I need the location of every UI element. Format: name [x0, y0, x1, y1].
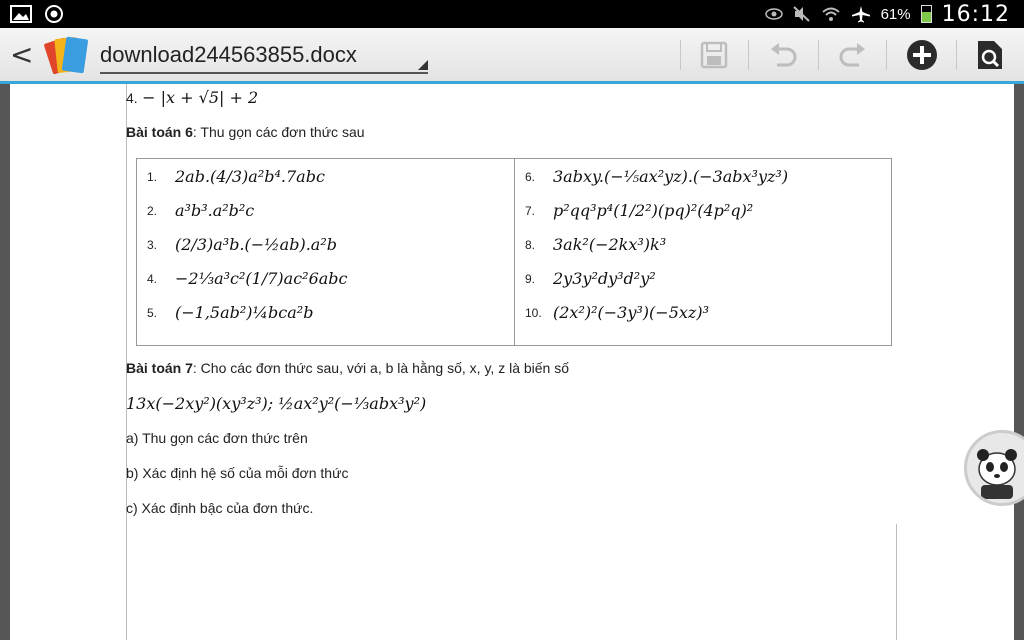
find-button[interactable] [970, 36, 1010, 74]
problem-expression: 3ak²(−2kx³)k³ [553, 235, 667, 254]
problem-6-text: : Thu gọn các đơn thức sau [192, 124, 365, 140]
page-margin-line [896, 524, 897, 640]
problem-item: 10. (2x²)²(−3y³)(−5xz)³ [525, 303, 709, 322]
problem-number: 10. [525, 305, 542, 320]
toolbar-separator [818, 40, 819, 70]
problem-expression: 2ab.(4/3)a²b⁴.7abc [175, 167, 325, 186]
dropdown-caret-icon [418, 60, 428, 70]
status-bar: 61% 16:12 [0, 0, 1024, 28]
battery-icon [920, 5, 932, 23]
problem-number: 6. [525, 169, 536, 184]
redo-icon [839, 43, 865, 67]
problem-expression: 2y3y²dy³d²y² [553, 269, 656, 288]
undo-icon [771, 43, 797, 67]
undo-button[interactable] [764, 36, 804, 74]
wifi-icon [821, 7, 840, 21]
save-button[interactable] [694, 36, 734, 74]
problem-number: 4. [147, 271, 158, 286]
airplane-icon [851, 6, 870, 23]
file-name-dropdown[interactable]: download244563855.docx [100, 38, 428, 74]
problem-item: 3. (2/3)a³b.(−½ab).a²b [147, 235, 337, 254]
question-b: b) Xác định hệ số của mỗi đơn thức [126, 465, 348, 483]
problem-number: 2. [147, 203, 158, 218]
question-c-text: c) Xác định bậc của đơn thức. [126, 500, 314, 516]
back-button[interactable]: < [10, 38, 33, 71]
question-b-text: b) Xác định hệ số của mỗi đơn thức [126, 465, 349, 481]
problem-number: 3. [147, 237, 158, 252]
problem-7-heading: Bài toán 7 [126, 360, 193, 376]
action-bar: < download244563855.docx [0, 28, 1024, 84]
chrome-icon [45, 5, 63, 23]
gallery-icon [10, 5, 32, 23]
mute-icon [792, 6, 810, 22]
problem-expression: p²qq³p⁴(1/2²)(pq)²(4p²q)² [553, 201, 754, 220]
add-icon [907, 40, 937, 70]
problem-expression: −2⅓a³c²(1/7)ac²6abc [175, 269, 348, 288]
line-4: 4. − |x + √5| + 2 [126, 88, 258, 108]
problem-number: 5. [147, 305, 158, 320]
problem-item: 5. (−1,5ab²)¼bca²b [147, 303, 313, 322]
problem-item: 1. 2ab.(4/3)a²b⁴.7abc [147, 167, 325, 186]
toolbar-separator [748, 40, 749, 70]
problem-number: 1. [147, 169, 158, 184]
problem-item: 6. 3abxy.(−⅕ax²yz).(−3abx³yz³) [525, 167, 788, 186]
file-name: download244563855.docx [100, 42, 357, 67]
problem-6-heading: Bài toán 6 [126, 124, 193, 140]
problem-number: 8. [525, 237, 536, 252]
problem-7-expression: 13x(−2xy²)(xy³z³); ½ax²y²(−⅓abx³y²) [126, 394, 427, 413]
line-4-expression: − |x + √5| + 2 [142, 88, 259, 107]
problem-item: 7. p²qq³p⁴(1/2²)(pq)²(4p²q)² [525, 201, 753, 220]
question-a-text: a) Thu gọn các đơn thức trên [126, 430, 308, 446]
problem-expression: (2/3)a³b.(−½ab).a²b [175, 235, 337, 254]
problem-7-text: : Cho các đơn thức sau, với a, b là hằng… [192, 360, 570, 376]
problem-item: 8. 3ak²(−2kx³)k³ [525, 235, 666, 254]
insert-button[interactable] [902, 36, 942, 74]
panda-avatar-icon [977, 449, 1017, 499]
toolbar-separator [886, 40, 887, 70]
document-page[interactable]: 4. − |x + √5| + 2 Bài toán 6: Thu gọn cá… [10, 84, 1014, 640]
problem-item: 4. −2⅓a³c²(1/7)ac²6abc [147, 269, 348, 288]
save-icon [700, 41, 728, 69]
problem-item: 2. a³b³.a²b²c [147, 201, 254, 220]
problem-6-table: 1. 2ab.(4/3)a²b⁴.7abc 2. a³b³.a²b²c 3. (… [136, 158, 892, 346]
clock: 16:12 [941, 1, 1010, 27]
question-a: a) Thu gọn các đơn thức trên [126, 430, 308, 448]
problem-6-title: Bài toán 6: Thu gọn các đơn thức sau [126, 124, 365, 142]
table-divider [514, 159, 515, 345]
problem-expression: (2x²)²(−3y³)(−5xz)³ [553, 303, 709, 322]
problem-item: 9. 2y3y²dy³d²y² [525, 269, 656, 288]
problem-7-title: Bài toán 7: Cho các đơn thức sau, với a,… [126, 360, 569, 378]
document-search-icon [978, 41, 1002, 69]
problem-expression: 3abxy.(−⅕ax²yz).(−3abx³yz³) [553, 167, 789, 186]
problem-expression: a³b³.a²b²c [175, 201, 255, 220]
redo-button[interactable] [832, 36, 872, 74]
battery-percent: 61% [880, 5, 911, 23]
toolbar-separator [680, 40, 681, 70]
eye-icon [764, 8, 783, 20]
toolbar-separator [956, 40, 957, 70]
problem-expression: (−1,5ab²)¼bca²b [175, 303, 314, 322]
polaris-office-logo-icon[interactable] [44, 34, 92, 78]
problem-number: 7. [525, 203, 536, 218]
problem-7-expressions: 13x(−2xy²)(xy³z³); ½ax²y²(−⅓abx³y²) [126, 394, 426, 414]
problem-number: 9. [525, 271, 536, 286]
battery-fill [921, 12, 931, 22]
question-c: c) Xác định bậc của đơn thức. [126, 500, 313, 518]
line-4-number: 4. [126, 90, 138, 106]
